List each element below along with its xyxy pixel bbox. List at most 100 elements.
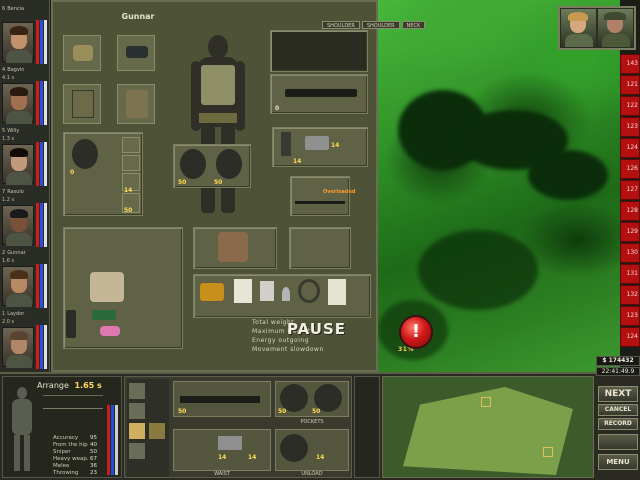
camo-slot[interactable] bbox=[193, 227, 277, 269]
equipment-hud: 50 50 50 POCKETS 14 14 WAIST 14 UNLOAD bbox=[124, 376, 352, 478]
timeline-entry[interactable]: 130 bbox=[620, 243, 640, 263]
machine-gun-icon bbox=[180, 396, 260, 403]
prone-icon[interactable] bbox=[129, 443, 145, 459]
skill-list: Accuracy 95 From the hip 40 Sniper 50 Heavy we… bbox=[53, 435, 97, 477]
hud-weapon-slot[interactable]: 50 bbox=[173, 381, 271, 417]
squad-member[interactable]: 2 Gunnar 1.6 s bbox=[0, 250, 50, 311]
arrange-panel: Arrange 1.65 s Accuracy 95 From the hip 40 S… bbox=[2, 376, 122, 478]
document-icon bbox=[234, 279, 252, 303]
stat-row: Movement slowdown 31% bbox=[252, 346, 414, 355]
squad-member[interactable]: 4 Bagvin 4.1 s bbox=[0, 67, 50, 128]
map-marker[interactable] bbox=[481, 397, 491, 407]
timeline-entry[interactable]: 132 bbox=[620, 285, 640, 305]
vital-bars bbox=[107, 405, 121, 475]
ammo-box-icon bbox=[92, 310, 116, 320]
backpack-slot[interactable] bbox=[117, 84, 155, 124]
timeline-entry[interactable]: 128 bbox=[620, 201, 640, 221]
timeline-column: 143 121 122 123 124 126 127 128 129 130 131 132 123 1… bbox=[620, 54, 640, 347]
vest-slot[interactable] bbox=[63, 84, 101, 124]
stand-icon[interactable] bbox=[129, 383, 145, 399]
run-icon[interactable] bbox=[129, 423, 145, 439]
skill-name: Sniper bbox=[53, 449, 71, 455]
hud-unload[interactable]: 14 bbox=[275, 429, 349, 471]
timeline-entry[interactable]: 131 bbox=[620, 264, 640, 284]
backpack-icon bbox=[126, 90, 148, 118]
pistol-slot[interactable]: 14 14 bbox=[272, 127, 368, 167]
item-count: 50 bbox=[178, 408, 187, 415]
timeline-entry[interactable]: 126 bbox=[620, 159, 640, 179]
tab-shoulder-a[interactable]: SHOULDER bbox=[322, 21, 360, 29]
squad-member[interactable]: 1 Laydor 2.0 s bbox=[0, 311, 50, 372]
item-count: 0 bbox=[275, 105, 280, 112]
ammo-icon[interactable] bbox=[149, 423, 165, 439]
candy-icon bbox=[100, 326, 120, 336]
squad-member[interactable]: 7 Rasulo 1.2 s bbox=[0, 189, 50, 250]
next-button[interactable]: NEXT bbox=[598, 386, 638, 402]
stat-label: Energy outgoing bbox=[252, 337, 309, 344]
record-button[interactable]: RECORD bbox=[598, 418, 638, 430]
timeline-entry[interactable]: 122 bbox=[620, 96, 640, 116]
stance-buttons[interactable] bbox=[127, 379, 169, 477]
knife-slot[interactable]: Overloaded bbox=[290, 176, 355, 216]
portrait-female[interactable] bbox=[561, 9, 596, 47]
minimap[interactable] bbox=[382, 376, 594, 478]
pocket-slot[interactable] bbox=[122, 155, 140, 171]
document-icon bbox=[260, 281, 274, 301]
magazine-icon bbox=[281, 132, 291, 156]
merc-portrait bbox=[2, 22, 34, 63]
timeline-entry[interactable]: 129 bbox=[620, 222, 640, 242]
timeline-entry[interactable]: 123 bbox=[620, 117, 640, 137]
timeline-entry[interactable]: 127 bbox=[620, 180, 640, 200]
timeline-entry[interactable]: 121 bbox=[620, 75, 640, 95]
timeline-entry[interactable]: 124 bbox=[620, 327, 640, 347]
member-time bbox=[2, 14, 38, 20]
skill-row: From the hip 40 bbox=[53, 442, 97, 449]
head-slot[interactable] bbox=[63, 35, 101, 71]
drum-magazine-icon bbox=[72, 139, 98, 169]
timeline-entry[interactable]: 123 bbox=[620, 306, 640, 326]
drum-magazine-icon bbox=[216, 149, 242, 179]
left-pockets[interactable]: 0 14 50 bbox=[63, 132, 143, 216]
menu-button[interactable]: MENU bbox=[598, 454, 638, 470]
bottom-hud: Arrange 1.65 s Accuracy 95 From the hip 40 S… bbox=[0, 356, 640, 480]
utility-belt[interactable] bbox=[193, 274, 371, 318]
pause-toggle-button[interactable] bbox=[598, 434, 638, 450]
merc-portrait bbox=[2, 266, 34, 307]
member-index: 6 bbox=[2, 6, 6, 12]
timeline-entry[interactable]: 124 bbox=[620, 138, 640, 158]
tab-shoulder-b[interactable]: SHOULDER bbox=[361, 21, 400, 29]
squad-member[interactable]: 6 Bencia bbox=[0, 6, 50, 67]
tab-neck[interactable]: NECK bbox=[401, 21, 426, 29]
misc-slot[interactable] bbox=[289, 227, 351, 269]
timeline-entry[interactable]: 143 bbox=[620, 54, 640, 74]
portrait-soldier[interactable] bbox=[598, 9, 633, 47]
eyes-slot[interactable] bbox=[117, 35, 155, 71]
member-time: 2.0 s bbox=[2, 319, 15, 325]
machine-gun-icon bbox=[285, 89, 357, 97]
cancel-button[interactable]: CANCEL bbox=[598, 404, 638, 416]
hud-waist[interactable]: 14 14 bbox=[173, 429, 271, 471]
crouch-icon[interactable] bbox=[129, 403, 145, 419]
member-time: 1.6 s bbox=[2, 258, 15, 264]
merc-portrait bbox=[2, 144, 34, 185]
skill-name: From the hip bbox=[53, 442, 88, 448]
skill-name: Melee bbox=[53, 463, 70, 469]
member-header: 7 Rasulo bbox=[2, 189, 38, 197]
alert-button[interactable]: ! bbox=[399, 315, 433, 349]
primary-weapon-slot[interactable]: 0 bbox=[270, 74, 368, 114]
belt-pockets[interactable]: 50 50 bbox=[173, 144, 251, 188]
tree-cluster bbox=[418, 230, 538, 310]
squad-member[interactable]: 5 Willy 1.3 s bbox=[0, 128, 50, 189]
item-count: 50 bbox=[124, 207, 133, 214]
pocket-slot[interactable] bbox=[122, 137, 140, 153]
member-time: 1.3 s bbox=[2, 136, 15, 142]
pistol-icon bbox=[305, 136, 329, 150]
backpack-grid[interactable] bbox=[63, 227, 183, 349]
shoulder-slot[interactable] bbox=[270, 30, 368, 72]
action-icons[interactable] bbox=[354, 376, 380, 478]
skill-row: Melee 36 bbox=[53, 463, 97, 470]
map-marker[interactable] bbox=[543, 447, 553, 457]
item-count: 50 bbox=[278, 408, 287, 415]
member-name: Gunnar bbox=[7, 250, 26, 256]
hud-pockets[interactable]: 50 50 bbox=[275, 381, 349, 417]
